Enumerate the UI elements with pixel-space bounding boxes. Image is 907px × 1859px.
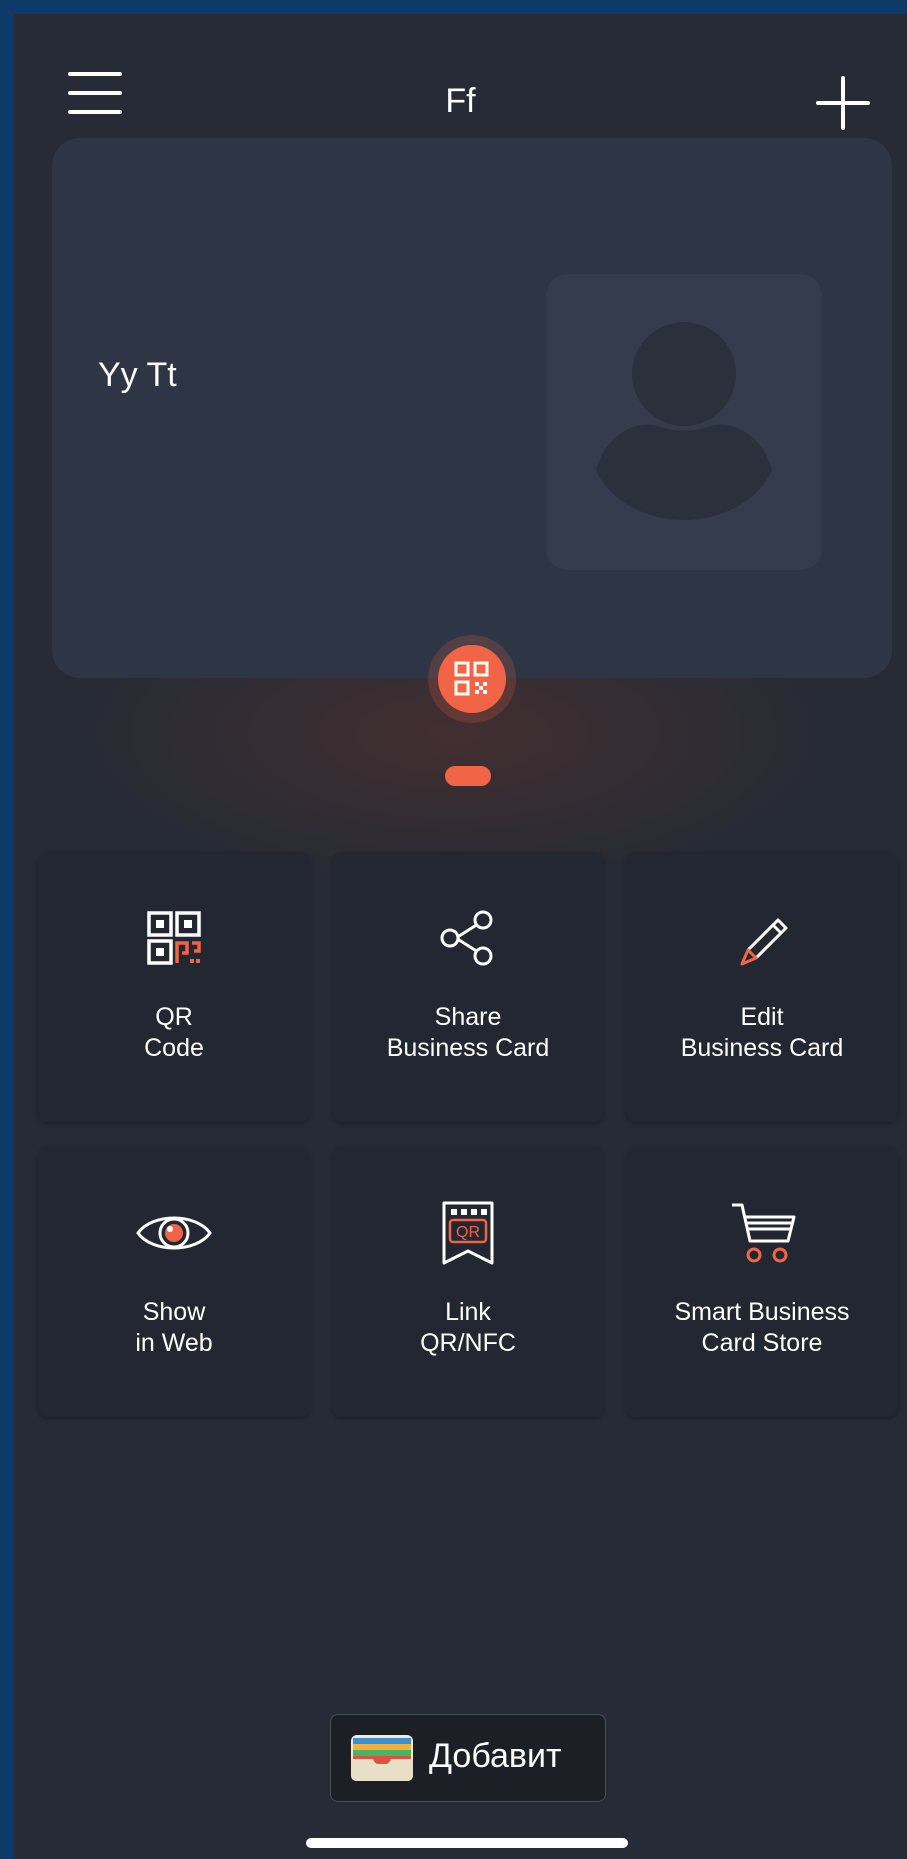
tile-label: Share Business Card [386,1003,550,1062]
page-title: Ff [445,82,476,120]
edit-business-card-tile[interactable]: Edit Business Card [626,852,898,1122]
qr-code-icon [454,661,489,696]
tile-label: Smart Business Card Store [674,1298,850,1357]
add-to-wallet-label: Добавит [429,1737,562,1775]
avatar[interactable] [546,274,822,570]
link-qr-nfc-tile[interactable]: QR Link QR/NFC [332,1147,604,1417]
home-indicator[interactable] [306,1838,628,1848]
smart-business-card-store-tile[interactable]: Smart Business Card Store [626,1147,898,1417]
person-silhouette-icon [596,322,772,520]
add-card-button[interactable] [813,74,873,134]
show-in-web-tile[interactable]: Show in Web [38,1147,310,1417]
svg-text:QR: QR [456,1224,480,1241]
shopping-cart-icon [732,1203,796,1263]
card-qr-button[interactable] [428,635,516,723]
hamburger-icon-line [68,72,122,76]
qr-code-tile[interactable]: QR Code [38,852,310,1122]
pencil-icon [740,918,788,966]
qr-tag-icon: QR [442,1201,494,1265]
app-screen: Ff Yy Tt QR Code Share Business Card Edi… [14,14,907,1859]
qr-code-icon [147,911,201,965]
card-holder-name: Yy Tt [98,356,177,394]
tile-label: Link QR/NFC [420,1298,516,1357]
share-business-card-tile[interactable]: Share Business Card [332,852,604,1122]
eye-icon [136,1216,212,1250]
wallet-icon [351,1735,413,1781]
tile-label: Edit Business Card [680,1003,844,1062]
add-to-wallet-button[interactable]: Добавит [330,1714,606,1802]
tile-label: Show in Web [135,1298,213,1357]
business-card[interactable]: Yy Tt [52,138,892,678]
tile-label: QR Code [144,1003,204,1062]
card-qr-button-circle [438,645,506,713]
page-indicator [445,766,491,786]
share-icon [440,910,493,966]
